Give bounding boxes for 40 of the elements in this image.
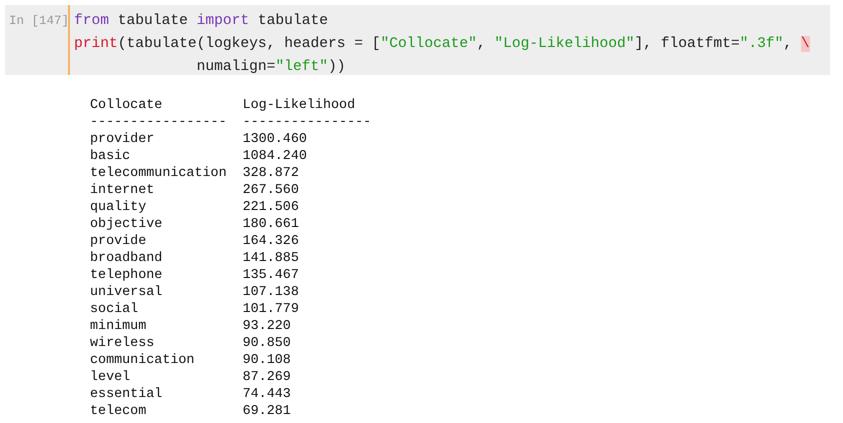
collocate-cell-text: essential [90, 386, 164, 403]
collocate-cell: telecommunication [90, 165, 227, 182]
likelihood-cell-text: 90.850 [242, 335, 292, 352]
likelihood-cell-text: 87.269 [242, 369, 292, 386]
likelihood-cell-text: 90.108 [242, 352, 292, 369]
collocate-cell-text: provider [90, 131, 156, 148]
collocate-cell-text: telecom [90, 403, 148, 420]
collocate-cell-text: social [90, 301, 140, 318]
likelihood-cell-text: 1084.240 [242, 148, 308, 165]
collocate-cell-text: basic [90, 148, 132, 165]
likelihood-cell-text: 101.779 [242, 301, 300, 318]
likelihood-cell-text: 180.661 [242, 216, 300, 233]
header-rule: ----------------- [90, 114, 227, 131]
likelihood-cell-text: 328.872 [242, 165, 300, 182]
likelihood-cell-text: 1300.460 [242, 131, 308, 148]
collocate-cell-text: communication [90, 352, 196, 369]
likelihood-cell-text: 135.467 [242, 267, 300, 284]
likelihood-cell-text: 267.560 [242, 182, 300, 199]
collocate-cell-text: quality [90, 199, 148, 216]
column-header: Log-Likelihood [242, 97, 356, 114]
collocate-cell-text: provide [90, 233, 148, 250]
header-rule: ---------------- [242, 114, 372, 131]
collocate-cell-text: broadband [90, 250, 164, 267]
collocate-cell-text: minimum [90, 318, 148, 335]
likelihood-cell-text: 74.443 [242, 386, 292, 403]
collocate-cell-text: wireless [90, 335, 156, 352]
column-header: Collocate [90, 97, 164, 114]
collocate-cell-text: internet [90, 182, 156, 199]
code-editor[interactable]: from tabulate import tabulate print(tabulate(logkeys, headers = ["Collocate", "Log-Likelihood"], floatfmt=".3f", \ numalign="left")) [68, 5, 830, 75]
likelihood-cell-text: 141.885 [242, 250, 300, 267]
collocate-cell-text: telephone [90, 267, 164, 284]
likelihood-cell-text: 107.138 [242, 284, 300, 301]
collocate-cell-text: objective [90, 216, 164, 233]
likelihood-cell-text: 69.281 [242, 403, 292, 420]
likelihood-cell-text: 93.220 [242, 318, 292, 335]
collocate-cell-text: level [90, 369, 132, 386]
likelihood-cell-text: 164.326 [242, 233, 300, 250]
likelihood-cell-text: 221.506 [242, 199, 300, 216]
collocate-cell-text: universal [90, 284, 164, 301]
cell-prompt: In [147] [8, 13, 68, 30]
